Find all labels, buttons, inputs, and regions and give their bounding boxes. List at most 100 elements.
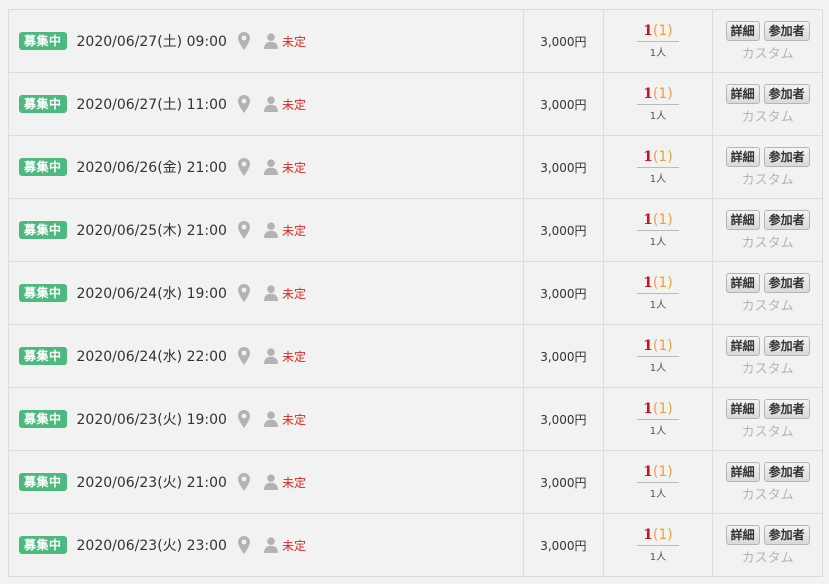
actions-cell: 詳細 参加者 カスタム <box>713 451 823 513</box>
table-row: 募集中 2020/06/24(水) 19:00 未定 3,000円 1(1) 1… <box>8 262 823 325</box>
participants-button[interactable]: 参加者 <box>763 272 810 293</box>
actions-cell: 詳細 参加者 カスタム <box>713 514 823 576</box>
count-number: 1 <box>643 464 653 480</box>
person-icon <box>263 96 278 112</box>
custom-link[interactable]: カスタム <box>742 106 794 125</box>
participant-count-cell: 1(1) 1人 <box>604 325 714 387</box>
status-badge: 募集中 <box>19 536 67 554</box>
capacity-text: 1人 <box>649 552 667 563</box>
custom-link[interactable]: カスタム <box>742 547 794 566</box>
table-row: 募集中 2020/06/25(木) 21:00 未定 3,000円 1(1) 1… <box>8 199 823 262</box>
participants-button[interactable]: 参加者 <box>763 335 810 356</box>
participant-count-cell: 1(1) 1人 <box>604 514 714 576</box>
venue-text: 未定 <box>281 475 306 490</box>
action-buttons: 詳細 参加者 <box>725 209 810 230</box>
custom-link[interactable]: カスタム <box>742 169 794 188</box>
status-badge: 募集中 <box>19 347 67 365</box>
count-paren: (1) <box>652 23 673 39</box>
custom-link[interactable]: カスタム <box>742 484 794 503</box>
detail-button[interactable]: 詳細 <box>725 461 760 482</box>
action-buttons: 詳細 参加者 <box>725 524 810 545</box>
event-info-cell: 募集中 2020/06/23(火) 21:00 未定 <box>9 451 524 513</box>
detail-button[interactable]: 詳細 <box>725 524 760 545</box>
table-row: 募集中 2020/06/23(火) 21:00 未定 3,000円 1(1) 1… <box>8 451 823 514</box>
detail-button[interactable]: 詳細 <box>725 398 760 419</box>
count-paren: (1) <box>652 212 673 228</box>
count-paren: (1) <box>652 401 673 417</box>
custom-link[interactable]: カスタム <box>742 43 794 62</box>
detail-button[interactable]: 詳細 <box>725 20 760 41</box>
participants-button[interactable]: 参加者 <box>763 209 810 230</box>
event-datetime: 2020/06/23(火) 19:00 <box>76 412 227 428</box>
price-cell: 3,000円 <box>524 136 604 198</box>
participant-count-cell: 1(1) 1人 <box>604 388 714 450</box>
map-pin-icon <box>237 347 250 365</box>
participants-button[interactable]: 参加者 <box>763 398 810 419</box>
actions-cell: 詳細 参加者 カスタム <box>713 325 823 387</box>
actions-cell: 詳細 参加者 カスタム <box>713 136 823 198</box>
venue-text: 未定 <box>281 160 306 175</box>
participants-button[interactable]: 参加者 <box>763 524 810 545</box>
count-paren: (1) <box>652 275 673 291</box>
action-buttons: 詳細 参加者 <box>725 272 810 293</box>
venue-text: 未定 <box>281 223 306 238</box>
venue-text: 未定 <box>281 34 306 49</box>
detail-button[interactable]: 詳細 <box>725 83 760 104</box>
event-info-cell: 募集中 2020/06/24(水) 19:00 未定 <box>9 262 524 324</box>
price-cell: 3,000円 <box>524 388 604 450</box>
event-info-cell: 募集中 2020/06/23(火) 19:00 未定 <box>9 388 524 450</box>
venue-text: 未定 <box>281 349 306 364</box>
person-icon <box>263 537 278 553</box>
map-pin-icon <box>237 221 250 239</box>
capacity-text: 1人 <box>649 489 667 500</box>
price-text: 3,000円 <box>540 475 587 490</box>
participants-button[interactable]: 参加者 <box>763 461 810 482</box>
table-row: 募集中 2020/06/27(土) 11:00 未定 3,000円 1(1) 1… <box>8 73 823 136</box>
participants-button[interactable]: 参加者 <box>763 83 810 104</box>
price-text: 3,000円 <box>540 538 587 553</box>
action-buttons: 詳細 参加者 <box>725 20 810 41</box>
participant-count: 1(1) <box>636 149 679 168</box>
event-datetime: 2020/06/24(水) 22:00 <box>76 349 227 365</box>
person-icon <box>263 222 278 238</box>
participant-count: 1(1) <box>636 401 679 420</box>
actions-cell: 詳細 参加者 カスタム <box>713 10 823 72</box>
event-info-cell: 募集中 2020/06/25(木) 21:00 未定 <box>9 199 524 261</box>
event-datetime: 2020/06/24(水) 19:00 <box>76 286 227 302</box>
detail-button[interactable]: 詳細 <box>725 335 760 356</box>
person-icon <box>263 348 278 364</box>
event-table: 募集中 2020/06/27(土) 09:00 未定 3,000円 1(1) 1… <box>8 9 823 577</box>
event-info-cell: 募集中 2020/06/24(水) 22:00 未定 <box>9 325 524 387</box>
price-text: 3,000円 <box>540 412 587 427</box>
count-paren: (1) <box>652 338 673 354</box>
count-number: 1 <box>643 401 653 417</box>
event-info-cell: 募集中 2020/06/26(金) 21:00 未定 <box>9 136 524 198</box>
count-number: 1 <box>643 23 653 39</box>
detail-button[interactable]: 詳細 <box>725 209 760 230</box>
status-badge: 募集中 <box>19 221 67 239</box>
price-cell: 3,000円 <box>524 73 604 135</box>
count-paren: (1) <box>652 86 673 102</box>
capacity-text: 1人 <box>649 174 667 185</box>
participant-count: 1(1) <box>636 464 679 483</box>
custom-link[interactable]: カスタム <box>742 295 794 314</box>
detail-button[interactable]: 詳細 <box>725 272 760 293</box>
price-cell: 3,000円 <box>524 325 604 387</box>
custom-link[interactable]: カスタム <box>742 232 794 251</box>
participant-count: 1(1) <box>636 338 679 357</box>
map-pin-icon <box>237 95 250 113</box>
actions-cell: 詳細 参加者 カスタム <box>713 262 823 324</box>
custom-link[interactable]: カスタム <box>742 421 794 440</box>
participants-button[interactable]: 参加者 <box>763 20 810 41</box>
status-badge: 募集中 <box>19 95 67 113</box>
capacity-text: 1人 <box>649 363 667 374</box>
actions-cell: 詳細 参加者 カスタム <box>713 73 823 135</box>
map-pin-icon <box>237 473 250 491</box>
detail-button[interactable]: 詳細 <box>725 146 760 167</box>
action-buttons: 詳細 参加者 <box>725 398 810 419</box>
person-icon <box>263 33 278 49</box>
custom-link[interactable]: カスタム <box>742 358 794 377</box>
map-pin-icon <box>237 284 250 302</box>
participants-button[interactable]: 参加者 <box>763 146 810 167</box>
status-badge: 募集中 <box>19 158 67 176</box>
